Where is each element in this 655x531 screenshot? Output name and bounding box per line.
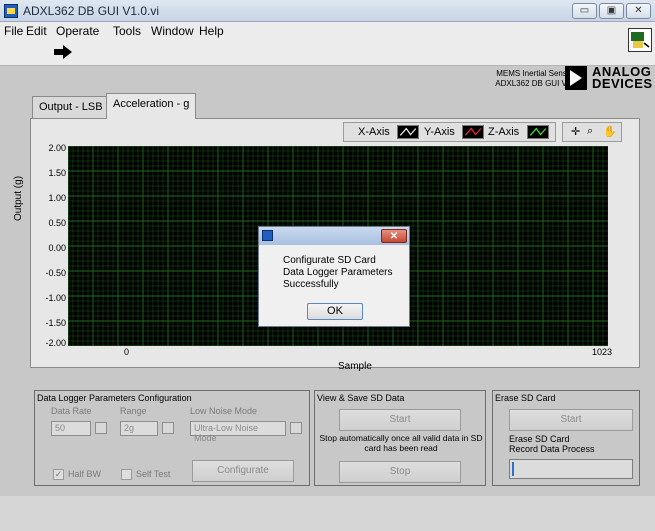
legend-x-label: X-Axis [358,126,390,138]
view-start-button[interactable]: Start [339,409,461,431]
y-tick: -1.00 [45,293,66,303]
low-noise-label: Low Noise Mode [190,406,258,416]
range-label: Range [120,406,147,416]
y-tick: 0.00 [48,243,66,253]
legend-y-label: Y-Axis [424,126,455,138]
range-dropdown-icon[interactable] [162,422,174,434]
menu-edit[interactable]: Edit [26,24,47,38]
tab-acceleration-g[interactable]: Acceleration - g [106,93,197,119]
erase-progress-bar [509,459,633,479]
tab-output-lsb[interactable]: Output - LSB [32,96,110,118]
menu-window[interactable]: Window [151,24,194,38]
dialog-message: Configurate SD Card Data Logger Paramete… [283,255,393,290]
erase-start-button[interactable]: Start [509,409,633,431]
data-rate-dropdown-icon[interactable] [95,422,107,434]
half-bw-checkbox[interactable]: ✓ [53,469,64,480]
analog-devices-triangle-icon [565,66,587,90]
configure-button[interactable]: Configurate [192,460,294,482]
low-noise-field[interactable]: Ultra-Low Noise Mode [190,421,286,443]
erase-note: Erase SD Card Record Data Process [509,434,595,454]
dialog-app-icon [262,230,273,241]
window-title-bar: ADXL362 DB GUI V1.0.vi ▭ ▣ ✕ [0,0,655,22]
cursor-tool-icon[interactable]: ✛ [571,125,580,138]
menu-bar: File Edit Operate Tools Window Help [0,22,655,40]
legend-z-line-icon [527,125,549,139]
self-test-label: Self Test [136,469,171,479]
y-tick: -1.50 [45,318,66,328]
range-field[interactable]: 2g [120,421,158,436]
status-strip [0,496,655,531]
success-dialog: ✕ Configurate SD Card Data Logger Parame… [258,226,410,327]
menu-file[interactable]: File [4,24,23,38]
pan-tool-icon[interactable]: ✋ [603,125,617,138]
menu-operate[interactable]: Operate [56,24,99,38]
x-axis-label: Sample [338,361,372,372]
half-bw-label: Half BW [68,469,102,479]
self-test-checkbox[interactable] [121,469,132,480]
dialog-close-button[interactable]: ✕ [381,229,407,243]
y-tick: -2.00 [45,338,66,348]
ok-button[interactable]: OK [307,303,363,320]
graph-palette[interactable]: ✛ ⌕ ✋ [562,122,622,142]
labview-app-icon [4,4,18,18]
analog-devices-logo: ANALOG DEVICES [565,65,652,92]
logo-text: ANALOG DEVICES [592,64,653,91]
run-arrow-icon[interactable] [52,44,74,60]
x-tick: 0 [124,347,130,357]
maximize-button[interactable]: ▣ [599,3,624,19]
window-title: ADXL362 DB GUI V1.0.vi [23,4,160,18]
data-rate-label: Data Rate [51,406,92,416]
legend-x-line-icon [397,125,419,139]
dialog-title-bar: ✕ [259,227,409,245]
erase-group: Erase SD Card Start Erase SD Card Record… [492,390,640,486]
menu-tools[interactable]: Tools [113,24,141,38]
minimize-button[interactable]: ▭ [572,3,597,19]
view-save-group: View & Save SD Data Start Stop automatic… [314,390,486,486]
view-save-title: View & Save SD Data [317,393,405,403]
data-logger-group: Data Logger Parameters Configuration Dat… [34,390,310,486]
legend-z-label: Z-Axis [488,126,520,138]
view-stop-button[interactable]: Stop [339,461,461,483]
toolbar [0,40,655,66]
legend-y-line-icon [462,125,484,139]
y-tick: -0.50 [45,268,66,278]
data-logger-title: Data Logger Parameters Configuration [37,393,192,403]
vi-connector-icon [628,28,652,52]
menu-help[interactable]: Help [199,24,224,38]
zoom-tool-icon[interactable]: ⌕ [587,125,593,138]
plot-legend[interactable]: X-Axis Y-Axis Z-Axis [343,122,556,142]
y-axis-label: Output (g) [13,175,24,221]
view-save-note: Stop automatically once all valid data i… [319,433,483,453]
data-rate-field[interactable]: 50 [51,421,91,436]
x-tick: 1023 [592,347,613,357]
erase-title: Erase SD Card [495,393,556,403]
close-button[interactable]: ✕ [626,3,651,19]
low-noise-dropdown-icon[interactable] [290,422,302,434]
